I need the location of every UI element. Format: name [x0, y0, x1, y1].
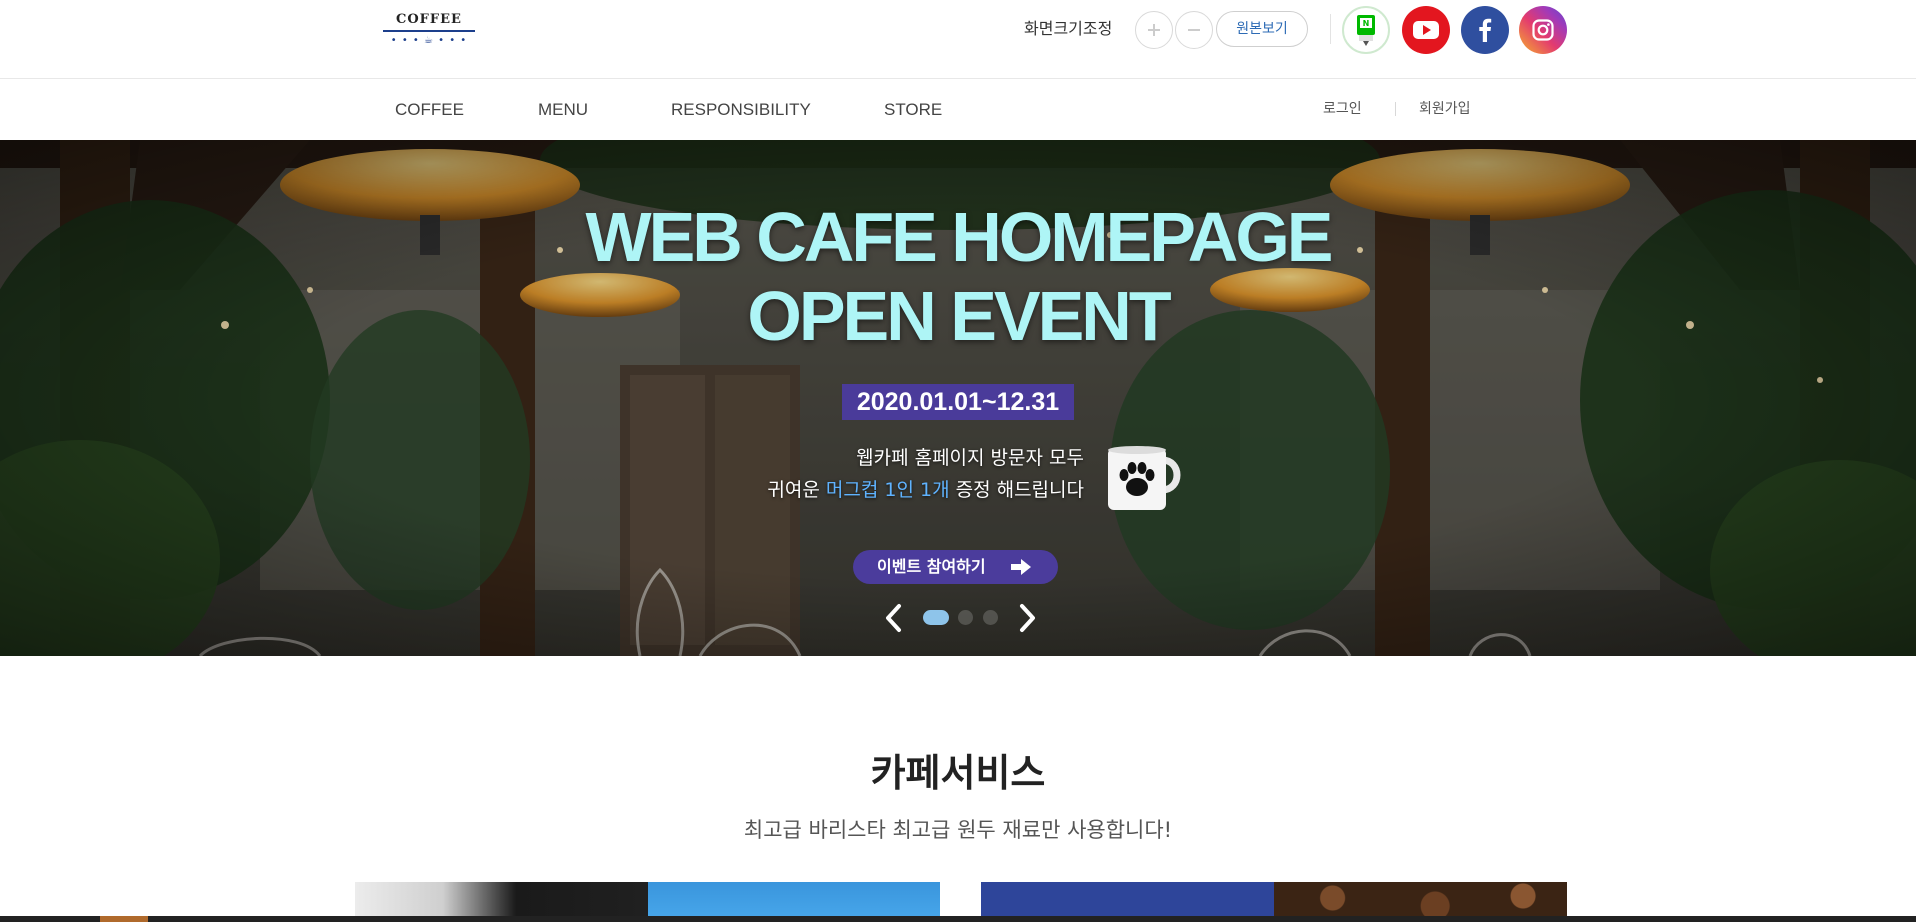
zoom-label: 화면크기조정: [1024, 19, 1113, 38]
chevron-left-icon[interactable]: [882, 603, 906, 633]
login-link[interactable]: 로그인: [1323, 99, 1362, 119]
desc-text-pre: 귀여운: [767, 479, 826, 501]
hero-banner: WEB CAFE HOMEPAGE OPEN EVENT 2020.01.01~…: [0, 140, 1916, 656]
event-date: 2020.01.01~12.31: [842, 384, 1074, 420]
main-nav: COFFEE MENU RESPONSIBILITY STORE 로그인 회원가…: [0, 80, 1916, 140]
event-description-line-2: 귀여운 머그컵 1인 1개 증정 해드립니다: [640, 475, 1084, 505]
facebook-link[interactable]: [1461, 6, 1509, 54]
slide-indicator-3[interactable]: [983, 610, 998, 625]
bottom-strip: [0, 916, 1916, 922]
desc-highlight: 머그컵 1인 1개: [825, 479, 950, 501]
arrow-right-icon: [1011, 559, 1031, 575]
line-icon: N: [1357, 15, 1375, 46]
slide-indicator-2[interactable]: [958, 610, 973, 625]
hero-title-line-2: OPEN EVENT: [747, 277, 1171, 355]
mug-paw-icon: [1108, 446, 1181, 510]
divider: [1330, 14, 1331, 44]
event-description-line-1: 웹카페 홈페이지 방문자 모두: [856, 447, 1084, 469]
zoom-in-button[interactable]: [1135, 11, 1173, 49]
zoom-out-button[interactable]: [1175, 11, 1213, 49]
top-bar: COFFEE • • • ☕ • • • 화면크기조정 원본보기 N: [0, 0, 1916, 79]
nav-item-store[interactable]: STORE: [884, 100, 942, 120]
youtube-link[interactable]: [1402, 6, 1450, 54]
coffee-logo[interactable]: COFFEE • • • ☕ • • •: [382, 12, 476, 52]
original-size-button[interactable]: 원본보기: [1216, 11, 1308, 47]
hero-title-line-1: WEB CAFE HOMEPAGE: [585, 198, 1334, 276]
nav-item-responsibility[interactable]: RESPONSIBILITY: [671, 100, 811, 120]
bottom-strip-accent: [100, 916, 148, 922]
logo-text: COFFEE: [396, 12, 462, 27]
svg-text:N: N: [1363, 19, 1370, 28]
line-link[interactable]: N: [1342, 6, 1390, 54]
section-title: 카페서비스: [870, 751, 1046, 795]
logo-mark-icon: • • • ☕ • • •: [390, 35, 468, 46]
youtube-icon: [1413, 21, 1439, 39]
slide-indicator-1[interactable]: [923, 610, 949, 625]
event-join-label: 이벤트 참여하기: [877, 557, 986, 576]
section-subtitle: 최고급 바리스타 최고급 원두 재료만 사용합니다!: [743, 818, 1173, 842]
join-link[interactable]: 회원가입: [1419, 99, 1471, 119]
chevron-right-icon[interactable]: [1015, 603, 1039, 633]
desc-text-post: 증정 해드립니다: [949, 479, 1084, 501]
nav-divider: [1395, 102, 1396, 116]
event-join-button[interactable]: 이벤트 참여하기: [853, 550, 1058, 584]
nav-item-menu[interactable]: MENU: [538, 100, 588, 120]
logo-underline: [383, 30, 475, 32]
instagram-icon: [1532, 19, 1554, 41]
facebook-icon: [1479, 18, 1492, 42]
nav-item-coffee[interactable]: COFFEE: [395, 100, 464, 120]
instagram-link[interactable]: [1519, 6, 1567, 54]
